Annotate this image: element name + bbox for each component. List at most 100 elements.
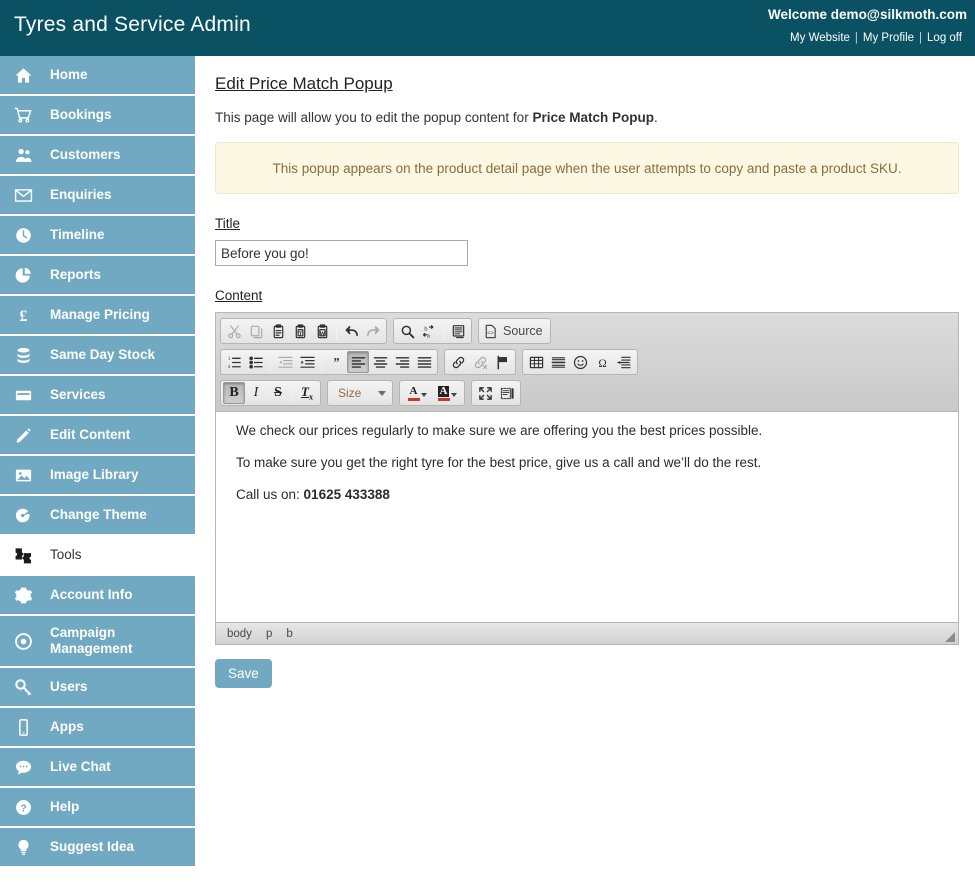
sidebar-item-home[interactable]: Home [0,56,195,96]
table-icon[interactable] [525,351,547,373]
sidebar-item-same-day-stock[interactable]: Same Day Stock [0,336,195,376]
sidebar-item-account-info[interactable]: Account Info [0,576,195,616]
sidebar-item-tools[interactable]: Tools [0,536,195,576]
anchor-flag-icon[interactable] [491,351,513,373]
editor-paragraph-text: We check our prices regularly to make su… [236,423,763,438]
sidebar-item-suggest-idea[interactable]: Suggest Idea [0,828,195,868]
question-circle-icon: ? [14,798,48,817]
svg-text:?: ? [20,803,26,814]
toolbar-separator [321,353,322,371]
svg-text:T: T [298,331,302,337]
sidebar-item-label: Live Chat [50,759,111,775]
pound-sterling-icon: £ [14,306,48,325]
background-color-icon[interactable]: A [432,382,462,404]
sidebar-item-users[interactable]: Users [0,668,195,708]
paste-as-text-icon[interactable]: T [289,320,311,342]
indent-icon[interactable] [296,351,318,373]
bulleted-list-icon[interactable] [245,351,267,373]
sidebar-item-campaign-management[interactable]: Campaign Management [0,616,195,668]
intro-popup-name: Price Match Popup [532,110,654,125]
pencil-icon [14,426,48,445]
align-right-icon[interactable] [391,351,413,373]
bold-icon[interactable]: B [223,382,245,404]
editor-paragraph-text: To make sure you get the right tyre for … [236,455,762,471]
italic-icon[interactable]: I [245,382,267,404]
sidebar-item-help[interactable]: ? Help [0,788,195,828]
numbered-list-icon[interactable]: 12 [223,351,245,373]
database-icon [14,346,48,365]
page-break-icon[interactable] [613,351,635,373]
link-icon[interactable] [447,351,469,373]
smiley-icon[interactable] [569,351,591,373]
sidebar-item-customers[interactable]: Customers [0,136,195,176]
select-all-icon[interactable] [447,320,469,342]
sidebar-item-apps[interactable]: Apps [0,708,195,748]
sidebar-item-timeline[interactable]: Timeline [0,216,195,256]
toolbar-row-1: T Wb a <> Source [220,318,954,344]
special-char-icon[interactable]: Ω [591,351,613,373]
lightbulb-icon [14,838,48,857]
paste-from-word-icon[interactable]: W [311,320,333,342]
svg-text:2: 2 [227,364,230,369]
my-profile-link[interactable]: My Profile [858,32,919,44]
text-color-icon[interactable]: A [402,382,432,404]
show-blocks-icon[interactable] [496,382,518,404]
sidebar-item-bookings[interactable]: Bookings [0,96,195,136]
editor-resize-handle[interactable] [945,632,955,642]
blockquote-icon[interactable]: ” [325,351,347,373]
svg-text:W: W [320,331,325,337]
info-notice-box: This popup appears on the product detail… [215,142,959,194]
sidebar-item-edit-content[interactable]: Edit Content [0,416,195,456]
welcome-text: Welcome demo@silkmoth.com [768,7,967,22]
copy-icon [245,320,267,342]
toolbar-separator [443,322,444,340]
element-path-b[interactable]: b [286,628,292,640]
replace-icon[interactable]: ba [418,320,440,342]
find-icon[interactable] [396,320,418,342]
sidebar-item-label: Suggest Idea [50,839,135,855]
sidebar-item-reports[interactable]: Reports [0,256,195,296]
strikethrough-icon[interactable]: S [267,382,289,404]
remove-format-icon[interactable]: Tx [296,382,318,404]
title-field-label: Title [215,216,241,231]
sidebar-item-label: Customers [50,147,121,163]
sidebar-item-change-theme[interactable]: Change Theme [0,496,195,536]
font-size-combo[interactable]: Size [330,381,390,405]
align-justify-icon[interactable] [413,351,435,373]
horizontal-rule-icon[interactable] [547,351,569,373]
element-path-p[interactable]: p [266,628,272,640]
page-title: Edit Price Match Popup [215,74,393,93]
maximize-icon[interactable] [474,382,496,404]
undo-icon[interactable] [340,320,362,342]
sidebar-item-live-chat[interactable]: Live Chat [0,748,195,788]
title-input[interactable] [215,240,468,266]
my-website-link[interactable]: My Website [785,32,855,44]
paste-icon[interactable] [267,320,289,342]
log-off-link[interactable]: Log off [922,32,967,44]
main-content: Edit Price Match Popup This page will al… [195,56,975,895]
editor-content-area[interactable]: We check our prices regularly to make su… [216,412,958,622]
source-button[interactable]: <> Source [478,318,551,344]
svg-text:b: b [424,326,427,332]
sidebar-item-services[interactable]: Services [0,376,195,416]
intro-suffix: . [653,110,658,125]
home-icon [14,66,48,85]
svg-text:”: ” [333,355,339,369]
sidebar-item-label: Change Theme [50,507,147,523]
notice-text: This popup appears on the product detail… [272,160,902,176]
editor-paragraph: To make sure you get the right tyre for … [236,454,938,472]
element-path-body[interactable]: body [227,628,252,640]
source-button-label: Source [503,324,543,338]
sidebar-item-label: Tools [50,547,82,563]
save-button[interactable]: Save [215,659,272,688]
sidebar-item-image-library[interactable]: Image Library [0,456,195,496]
align-left-icon[interactable] [347,351,369,373]
toolbar-group: TW [220,318,387,344]
toolbar-group: 1 2 ” [220,349,438,375]
align-center-icon[interactable] [369,351,391,373]
sidebar-item-label: Reports [50,267,102,283]
redo-icon [362,320,384,342]
sidebar-item-enquiries[interactable]: Enquiries [0,176,195,216]
svg-text:Ω: Ω [598,357,606,369]
sidebar-item-manage-pricing[interactable]: £ Manage Pricing [0,296,195,336]
